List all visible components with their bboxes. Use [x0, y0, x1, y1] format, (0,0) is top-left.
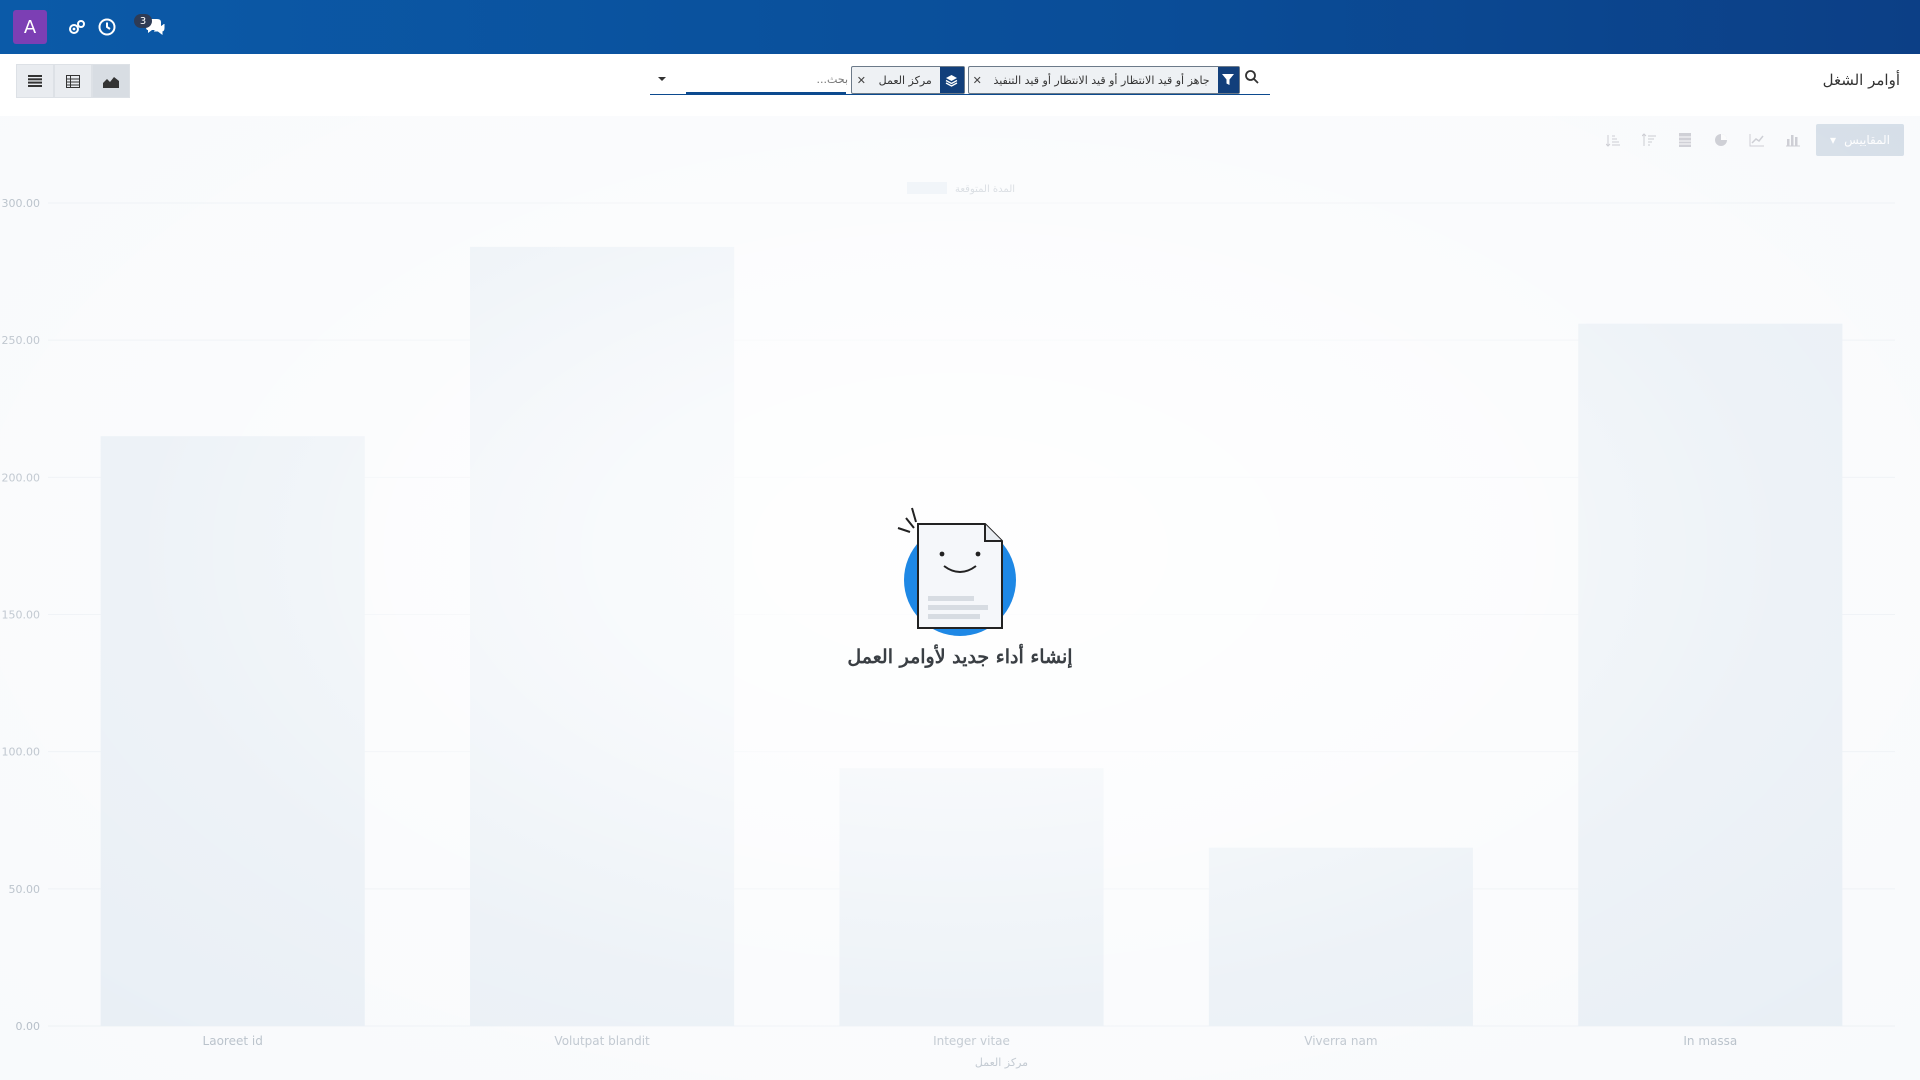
bar: [470, 246, 735, 1027]
legend-swatch: [907, 182, 947, 194]
search-input[interactable]: [686, 66, 850, 92]
bar: [1208, 847, 1473, 1026]
graph-view-button[interactable]: [92, 64, 130, 98]
empty-state-title: إنشاء أداء جديد لأوامر العمل: [847, 646, 1073, 668]
list-view-button[interactable]: [16, 64, 54, 98]
group-by-facet-label: مركز العمل: [878, 73, 932, 87]
filter-icon: [1217, 67, 1239, 93]
smiling-document-icon: [897, 507, 1016, 636]
control-panel: أوامر الشغل جاهز أو قيد الانتظار أو قيد …: [0, 54, 1920, 116]
search-icon[interactable]: [1244, 69, 1264, 89]
x-tick-label: Viverra nam: [1304, 1034, 1377, 1048]
top-navbar: A 3: [0, 0, 1920, 54]
x-axis-label: مركز العمل: [975, 1056, 1028, 1069]
remove-group-by-icon[interactable]: ✕: [852, 74, 871, 87]
bar: [1578, 323, 1843, 1026]
x-tick-label: Volutpat blandit: [554, 1034, 650, 1048]
y-tick-label: 200.00: [2, 471, 41, 484]
search-options-caret-icon[interactable]: [656, 70, 672, 86]
remove-filter-icon[interactable]: ✕: [969, 74, 985, 87]
pivot-view-button[interactable]: [54, 64, 92, 98]
view-switcher: [16, 64, 130, 98]
group-by-facet[interactable]: مركز العمل ✕: [851, 66, 965, 94]
clock-icon[interactable]: [94, 14, 120, 40]
group-by-icon: [939, 67, 964, 93]
y-tick-label: 50.00: [9, 883, 41, 896]
y-tick-label: 0.00: [16, 1020, 41, 1033]
user-avatar[interactable]: A: [13, 10, 47, 44]
empty-state-illustration: [850, 500, 1070, 644]
x-tick-label: Laoreet id: [203, 1034, 263, 1048]
list-view-icon: [28, 75, 42, 87]
filter-facet[interactable]: جاهز أو قيد الانتظار أو قيد الانتظار أو …: [968, 66, 1240, 94]
bar: [839, 768, 1104, 1026]
y-tick-label: 150.00: [2, 609, 41, 622]
legend-label: المدة المتوقعة: [955, 184, 1015, 195]
pivot-view-icon: [66, 74, 80, 88]
messages-count-badge: 3: [134, 14, 152, 28]
y-tick-label: 300.00: [2, 197, 41, 210]
graph-view-icon: [103, 76, 119, 88]
x-tick-label: Integer vitae: [933, 1034, 1010, 1048]
y-tick-label: 250.00: [2, 334, 41, 347]
x-tick-label: In massa: [1683, 1034, 1737, 1048]
search-input-underline: [686, 92, 846, 95]
search-bar: جاهز أو قيد الانتظار أو قيد الانتظار أو …: [650, 64, 1270, 95]
activities-icon[interactable]: [64, 14, 90, 40]
filter-facet-label: جاهز أو قيد الانتظار أو قيد الانتظار أو …: [993, 73, 1210, 87]
y-tick-label: 100.00: [2, 746, 41, 759]
bar: [100, 436, 365, 1026]
page-title: أوامر الشغل: [1822, 71, 1900, 89]
